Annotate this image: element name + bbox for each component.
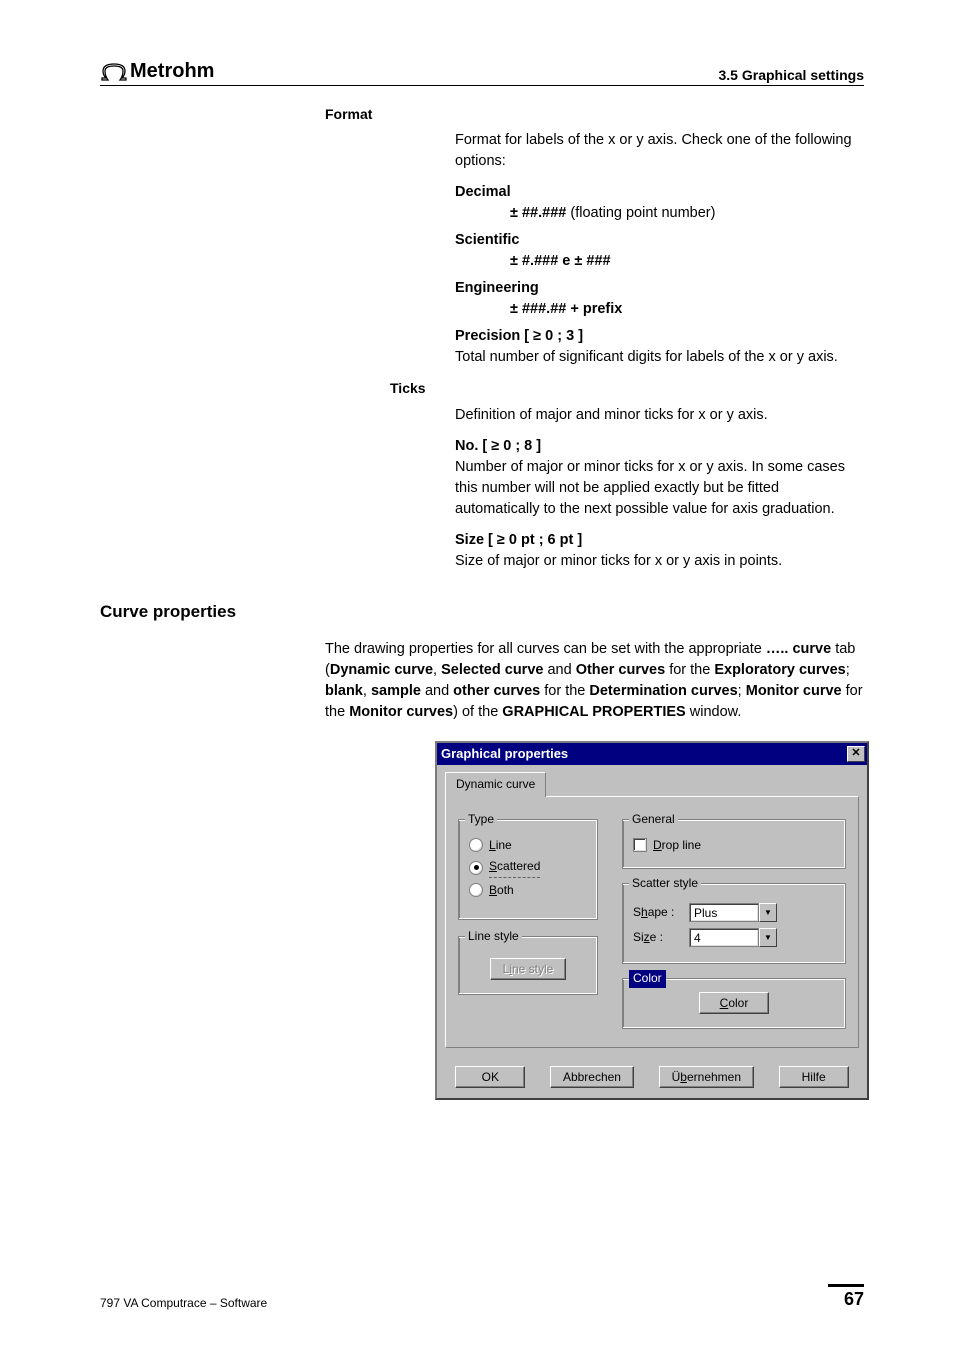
omega-icon [100,62,128,82]
checkbox-dropline[interactable]: Drop line [633,837,835,854]
shape-value[interactable]: Plus [689,903,759,922]
radio-icon [469,838,483,852]
cancel-button[interactable]: Abbrechen [550,1066,634,1088]
dialog-titlebar[interactable]: Graphical properties ✕ [437,743,867,766]
linestyle-legend: Line style [465,928,522,945]
radio-scattered[interactable]: Scattered [469,858,587,877]
close-icon[interactable]: ✕ [847,746,865,762]
section-title: 3.5 Graphical settings [719,67,865,83]
shape-combo[interactable]: Plus ▼ [689,903,777,922]
curve-properties-title: Curve properties [100,600,864,625]
curve-properties-paragraph: The drawing properties for all curves ca… [325,639,864,723]
ticks-size-desc: Size of major or minor ticks for x or y … [455,551,864,572]
color-legend: Color [629,970,666,987]
page-number: 67 [828,1284,864,1310]
ticks-no-label: No. [ ≥ 0 ; 8 ] [455,436,864,457]
chevron-down-icon[interactable]: ▼ [759,903,777,922]
brand-text: Metrohm [130,60,214,83]
radio-both[interactable]: Both [469,882,587,899]
color-button[interactable]: Color [699,992,769,1014]
shape-label: Shape : [633,904,681,921]
type-legend: Type [465,811,497,828]
decimal-label: Decimal [455,182,864,203]
size-label: Size : [633,929,681,946]
general-legend: General [629,811,678,828]
graphical-properties-dialog: Graphical properties ✕ Dynamic curve Typ… [435,741,869,1101]
size-combo[interactable]: 4 ▼ [689,928,777,947]
scatter-style-legend: Scatter style [629,875,701,892]
page-header: Metrohm 3.5 Graphical settings [100,60,864,86]
apply-button[interactable]: Übernehmen [659,1066,754,1088]
ticks-heading: Ticks [390,378,864,398]
format-heading: Format [325,104,445,124]
ticks-no-desc: Number of major or minor ticks for x or … [455,457,864,520]
size-value[interactable]: 4 [689,928,759,947]
page-footer: 797 VA Computrace – Software 67 [100,1284,864,1310]
radio-icon [469,883,483,897]
ticks-size-label: Size [ ≥ 0 pt ; 6 pt ] [455,530,864,551]
engineering-fmt: ± ###.## + prefix [510,299,864,320]
checkbox-icon [633,838,647,852]
dialog-title: Graphical properties [441,745,568,764]
precision-desc: Total number of significant digits for l… [455,347,864,368]
scientific-fmt: ± #.### e ± ### [510,251,864,272]
precision-label: Precision [ ≥ 0 ; 3 ] [455,326,864,347]
scientific-label: Scientific [455,230,864,251]
chevron-down-icon[interactable]: ▼ [759,928,777,947]
radio-icon [469,861,483,875]
brand-logo: Metrohm [100,60,214,83]
footer-left: 797 VA Computrace – Software [100,1296,267,1310]
ok-button[interactable]: OK [455,1066,525,1088]
tab-dynamic-curve[interactable]: Dynamic curve [445,772,546,796]
line-style-button: Line style [490,958,567,980]
help-button[interactable]: Hilfe [779,1066,849,1088]
format-intro: Format for labels of the x or y axis. Ch… [455,130,864,172]
ticks-intro: Definition of major and minor ticks for … [455,405,864,426]
engineering-label: Engineering [455,278,864,299]
radio-line[interactable]: Line [469,837,587,854]
